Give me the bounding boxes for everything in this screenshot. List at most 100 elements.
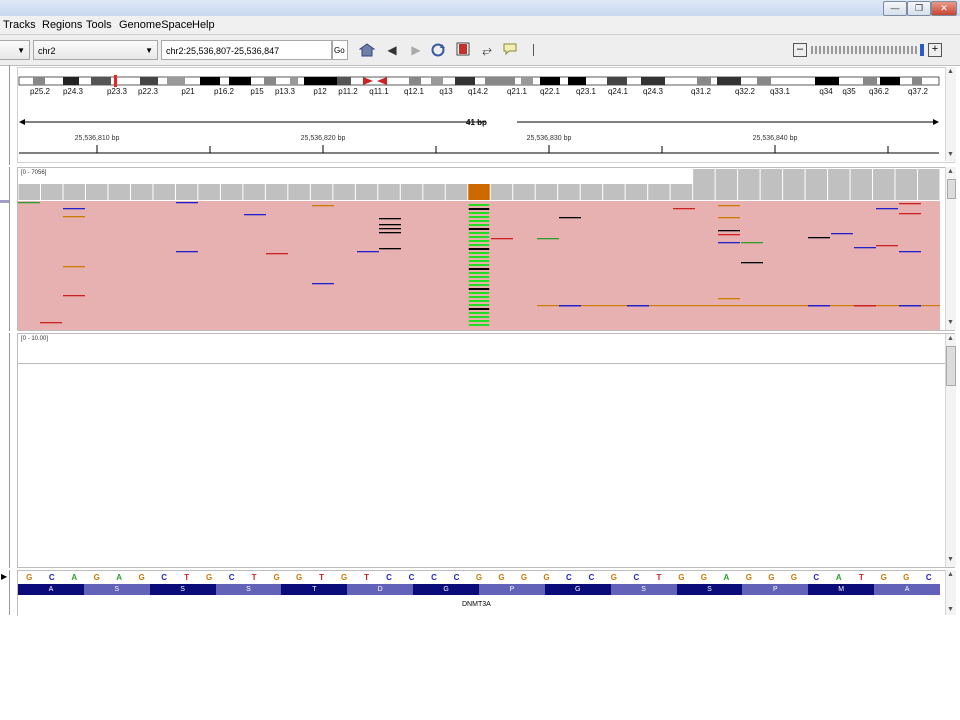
scroll-thumb[interactable] (947, 179, 956, 199)
sequence-strand-arrow-icon[interactable]: ▶ (1, 572, 7, 581)
scroll-thumb[interactable] (946, 346, 956, 386)
coverage-bar[interactable] (513, 184, 535, 200)
mismatch-mark (876, 245, 898, 247)
coverage-bar[interactable] (625, 184, 648, 200)
popup-info-icon[interactable] (502, 42, 518, 58)
menu-genomespace[interactable]: GenomeSpace (119, 17, 192, 33)
coverage-bar[interactable] (400, 184, 423, 200)
sequence-base: G (206, 573, 213, 582)
coverage-bar[interactable] (423, 184, 445, 200)
feature-scrollbar[interactable]: ▲ ▼ (945, 570, 956, 615)
coverage-bar[interactable] (783, 169, 805, 200)
scroll-up-icon[interactable]: ▲ (946, 571, 955, 579)
coverage-bar[interactable] (580, 184, 603, 200)
coverage-bar[interactable] (715, 169, 738, 200)
fit-window-icon[interactable]: ⥂ (479, 42, 495, 58)
coverage-bar[interactable] (288, 184, 310, 200)
scroll-down-icon[interactable]: ▼ (946, 556, 955, 564)
coverage-bar[interactable] (63, 184, 85, 200)
alignment-view[interactable] (18, 168, 940, 330)
coverage-bar[interactable] (468, 184, 490, 200)
data-panel[interactable] (17, 333, 955, 568)
menu-tools[interactable]: Tools (86, 17, 112, 33)
amino-acid: G (544, 584, 611, 595)
scroll-down-icon[interactable]: ▼ (946, 319, 955, 327)
coverage-bar[interactable] (220, 184, 243, 200)
alignment-scrollbar[interactable]: ▲ ▼ (945, 167, 956, 330)
close-icon[interactable]: ✕ (931, 1, 957, 16)
region-of-interest-icon[interactable] (455, 42, 471, 58)
coverage-bar[interactable] (310, 184, 333, 200)
menu-regions[interactable]: Regions (42, 17, 82, 33)
coverage-bar[interactable] (760, 169, 783, 200)
coverage-bar[interactable] (175, 184, 198, 200)
amino-acid: S (676, 584, 743, 595)
coverage-bar[interactable] (85, 184, 108, 200)
forward-icon[interactable]: ▶ (408, 42, 424, 58)
coverage-bar[interactable] (805, 169, 828, 200)
zoom-out-icon[interactable]: – (793, 43, 807, 57)
coverage-bar[interactable] (490, 184, 513, 200)
coverage-bar[interactable] (828, 169, 850, 200)
coverage-bar[interactable] (333, 184, 355, 200)
ruler-coordinate: 25,536,820 bp (300, 135, 346, 142)
minimize-icon[interactable]: — (883, 1, 907, 16)
coverage-bar[interactable] (108, 184, 130, 200)
genome-dropdown[interactable]: ▼ (0, 40, 30, 60)
header-scrollbar[interactable]: ▲ ▼ (945, 67, 956, 161)
mismatch-mark (468, 312, 490, 314)
coverage-bar[interactable] (918, 169, 940, 200)
chromosome-ideogram[interactable] (17, 74, 942, 88)
mismatch-mark (718, 217, 740, 219)
mismatch-mark (899, 203, 921, 205)
coverage-bar[interactable] (670, 184, 693, 200)
coverage-bar[interactable] (535, 184, 558, 200)
scroll-up-icon[interactable]: ▲ (946, 335, 955, 343)
coverage-bar[interactable] (738, 169, 760, 200)
coverage-bar[interactable] (40, 184, 63, 200)
go-button[interactable]: Go (332, 40, 348, 60)
scroll-down-icon[interactable]: ▼ (946, 606, 955, 614)
mismatch-mark (468, 288, 490, 290)
sequence-base: G (498, 573, 505, 582)
menu-help[interactable]: Help (192, 17, 215, 33)
coverage-bar[interactable] (355, 184, 378, 200)
coverage-bar[interactable] (445, 184, 468, 200)
scroll-up-icon[interactable]: ▲ (946, 68, 955, 76)
menu-tracks[interactable]: Tracks (3, 17, 36, 33)
mismatch-mark (741, 242, 763, 244)
ruler-coordinate: 25,536,840 bp (752, 135, 798, 142)
coverage-bar[interactable] (18, 184, 40, 200)
home-icon[interactable] (358, 42, 376, 58)
zoom-slider[interactable] (810, 44, 928, 56)
coverage-bar[interactable] (198, 184, 220, 200)
coverage-bar[interactable] (873, 169, 895, 200)
scroll-down-icon[interactable]: ▼ (946, 151, 955, 159)
amino-acid: D (347, 584, 414, 595)
scroll-up-icon[interactable]: ▲ (946, 168, 955, 176)
restore-icon[interactable]: ❐ (907, 1, 931, 16)
amino-acid: S (610, 584, 677, 595)
chromosome-dropdown[interactable]: chr2 ▼ (33, 40, 158, 60)
coverage-bar[interactable] (558, 184, 580, 200)
coverage-bar[interactable] (895, 169, 918, 200)
amino-acid: P (479, 584, 545, 595)
coverage-bar[interactable] (130, 184, 153, 200)
back-icon[interactable]: ◀ (384, 42, 400, 58)
data-scrollbar[interactable]: ▲ ▼ (945, 334, 956, 567)
refresh-icon[interactable] (430, 42, 446, 58)
track-selector[interactable] (0, 200, 9, 203)
coverage-bar[interactable] (693, 169, 715, 200)
mismatch-mark (741, 262, 763, 264)
coverage-bar[interactable] (648, 184, 670, 200)
locus-input[interactable]: chr2:25,536,807-25,536,847 (161, 40, 332, 60)
zoom-in-icon[interactable]: + (928, 43, 942, 57)
coverage-bar[interactable] (265, 184, 288, 200)
band-label: q11.1 (369, 87, 389, 96)
band-label: q23.1 (575, 87, 597, 96)
coverage-bar[interactable] (153, 184, 175, 200)
coverage-bar[interactable] (603, 184, 625, 200)
coverage-bar[interactable] (850, 169, 873, 200)
coverage-bar[interactable] (378, 184, 400, 200)
coverage-bar[interactable] (243, 184, 265, 200)
